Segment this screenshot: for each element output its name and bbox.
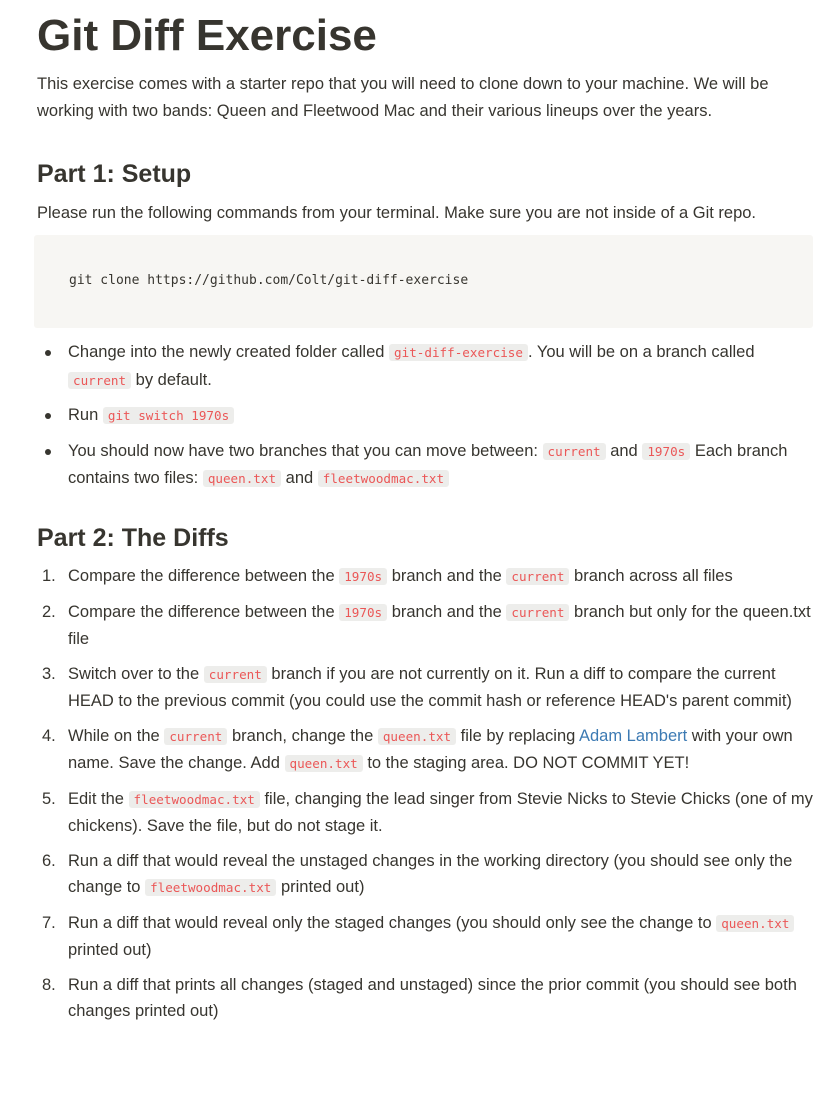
document-page: Git Diff Exercise This exercise comes wi…: [0, 0, 835, 1111]
step-number: 8.: [42, 975, 56, 994]
inline-code: current: [68, 371, 132, 389]
inline-code: 1970s: [339, 603, 388, 621]
inline-code: queen.txt: [716, 914, 795, 932]
step-number: 4.: [42, 726, 56, 745]
setup-bullet-list: Change into the newly created folder cal…: [37, 339, 817, 501]
inline-code: current: [506, 603, 570, 621]
inline-code: fleetwoodmac.txt: [145, 879, 277, 896]
inline-code: fleetwoodmac.txt: [128, 790, 260, 808]
inline-code: 1970s: [642, 442, 691, 460]
inline-code: current: [506, 568, 570, 585]
list-item: 4. While on the current branch, change th…: [37, 723, 817, 778]
list-item: Change into the newly created folder cal…: [37, 339, 817, 394]
inline-code: 1970s: [339, 568, 388, 585]
step-number: 1.: [42, 567, 56, 585]
list-item: 3. Switch over to the current branch if y…: [37, 661, 817, 715]
step-number: 5.: [42, 789, 56, 808]
step-number: 6.: [42, 851, 56, 870]
list-item: You should now have two branches that yo…: [37, 438, 817, 493]
list-item: Run git switch 1970s: [37, 402, 817, 430]
code-block[interactable]: git clone https://github.com/Colt/git-di…: [34, 235, 813, 328]
inline-code: current: [164, 727, 228, 745]
inline-code: git-diff-exercise: [389, 344, 528, 361]
bullet-icon: [45, 413, 51, 419]
inline-code: current: [542, 442, 606, 460]
part2-heading: Part 2: The Diffs: [37, 524, 229, 552]
list-item: 5. Edit the fleetwoodmac.txt file, changi…: [37, 786, 817, 840]
list-item: 7. Run a diff that would reveal only the …: [37, 910, 817, 964]
part1-heading: Part 1: Setup: [37, 160, 192, 188]
list-item: 6. Run a diff that would reveal the unsta…: [37, 848, 817, 902]
list-item: 2. Compare the difference between the 197…: [37, 599, 817, 653]
inline-code: queen.txt: [377, 727, 457, 745]
inline-code: fleetwoodmac.txt: [317, 470, 450, 487]
list-item: 8. Run a diff that prints all changes (st…: [37, 972, 817, 1025]
adam-lambert-link[interactable]: Adam Lambert: [579, 727, 687, 745]
bullet-icon: [45, 448, 51, 455]
diff-steps-list: 1. Compare the difference between the 197…: [37, 563, 817, 1033]
inline-code: queen.txt: [284, 755, 363, 772]
setup-instructions: Please run the following commands from y…: [37, 204, 757, 222]
inline-code: queen.txt: [202, 470, 282, 487]
step-number: 2.: [42, 602, 56, 621]
step-number: 7.: [42, 913, 56, 932]
page-title: Git Diff Exercise: [37, 11, 377, 60]
list-item: 1. Compare the difference between the 197…: [37, 563, 817, 591]
step-number: 3.: [42, 664, 56, 683]
inline-code: git switch 1970s: [102, 407, 235, 424]
inline-code: current: [203, 665, 267, 683]
intro-paragraph: This exercise comes with a starter repo …: [37, 75, 769, 120]
bullet-icon: [45, 350, 51, 356]
